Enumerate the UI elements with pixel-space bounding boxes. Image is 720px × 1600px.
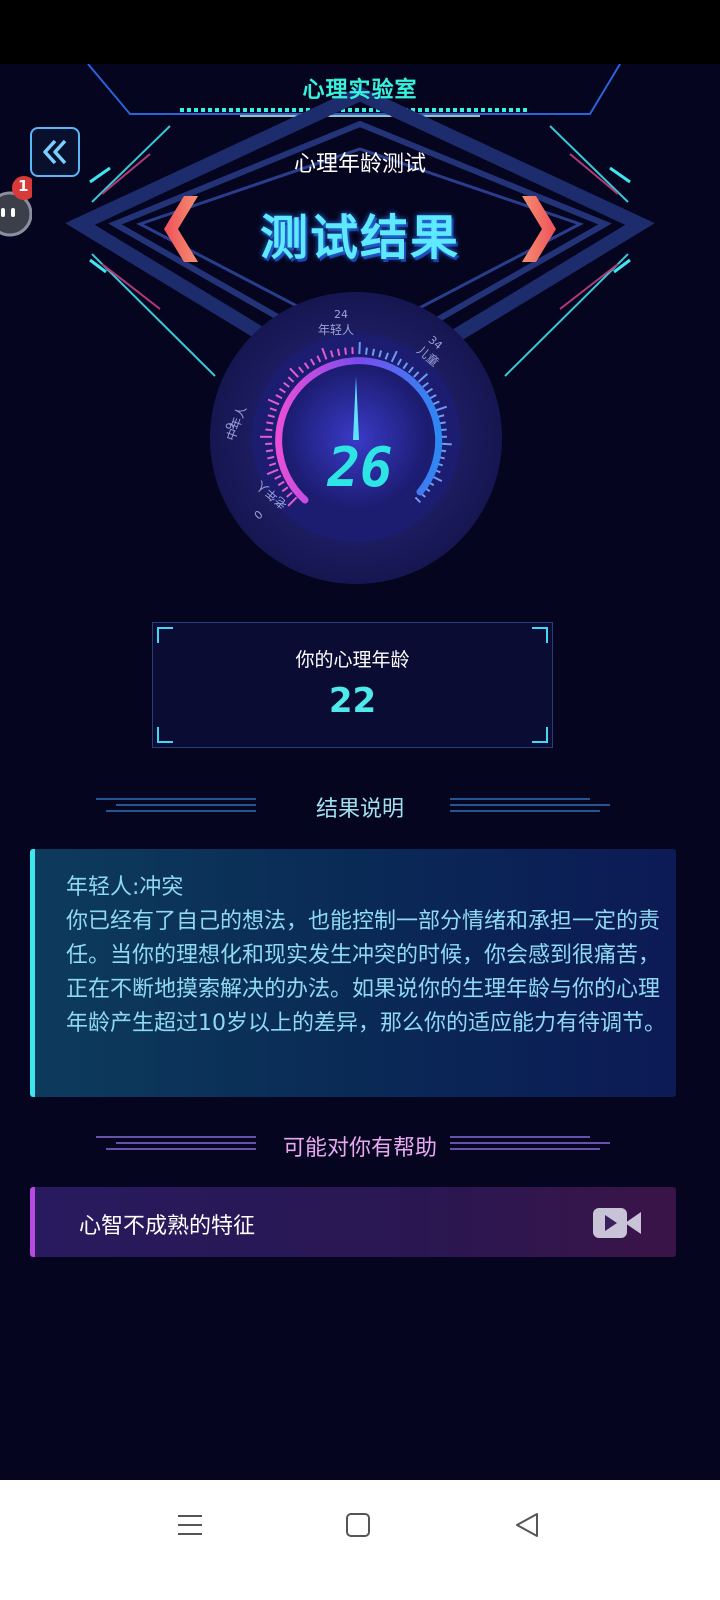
help-section-title: 可能对你有帮助 [282,1136,437,1161]
help-item-immature-traits[interactable]: 心智不成熟的特征 [30,1187,676,1257]
gauge-tick-num-24: 24 [334,308,348,321]
result-title: 测试结果 [259,210,460,266]
psych-age-label: 你的心理年龄 [295,649,410,671]
corner-decoration [157,727,173,743]
gauge-tick-mark [265,428,273,432]
menu-icon[interactable] [176,1510,204,1540]
back-icon[interactable] [513,1510,541,1540]
help-item-label: 心智不成熟的特征 [79,1214,256,1239]
gauge-tick-mark [365,347,368,355]
gauge-tick-mark [371,348,376,356]
gauge-tick-mark [265,449,274,453]
result-body: 你已经有了自己的想法，也能控制一部分情绪和承担一定的责任。当你的理想化和现实发生… [66,909,666,1036]
result-description-card: 年轻人:冲突 你已经有了自己的想法，也能控制一部分情绪和承担一定的责任。当你的理… [30,849,676,1097]
gauge-tick-mark [266,421,274,425]
corner-decoration [532,727,548,743]
gauge-tick-mark [344,347,347,355]
corner-decoration [157,627,173,643]
system-navigation-bar [0,1480,720,1600]
chevron-right-decoration-icon [522,196,556,262]
corner-decoration [532,627,548,643]
gauge-tick-label-young: 年轻人 [318,323,354,337]
result-heading: 年轻人:冲突 [66,875,184,900]
gauge-tick-mark [336,348,341,356]
lab-title: 心理实验室 [302,78,418,103]
result-section-title: 结果说明 [315,797,404,822]
test-name: 心理年龄测试 [293,152,426,177]
home-icon[interactable] [345,1510,373,1540]
psych-age-value: 22 [328,681,377,721]
gauge-value: 26 [327,436,393,499]
psych-age-card: 你的心理年龄 22 [152,622,553,748]
notification-badge-count: 1 [18,177,29,195]
result-description: 年轻人:冲突 你已经有了自己的想法，也能控制一部分情绪和承担一定的责任。当你的理… [66,871,666,1041]
result-page: 心理实验室 1 心理年龄测试 测试结果 24 年轻人 34 儿童 9 中年人 0… [0,64,720,1512]
status-bar [0,0,720,64]
video-icon[interactable] [591,1205,643,1241]
